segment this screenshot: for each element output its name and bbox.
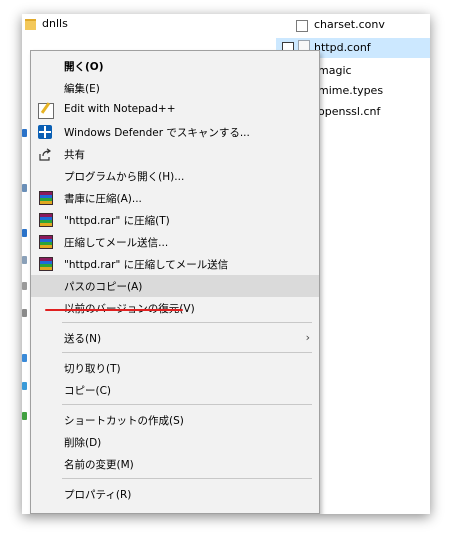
menu-item-label: 送る(N) [64, 333, 102, 345]
windows-defender-icon [38, 125, 52, 139]
nav-pane-icon [22, 309, 27, 317]
nav-pane-icon [22, 256, 27, 264]
menu-item-rename[interactable]: 名前の変更(M) [31, 453, 319, 475]
nav-pane-icon [22, 382, 27, 390]
menu-item-label: 編集(E) [64, 83, 100, 95]
file-name-mime[interactable]: mime.types [318, 84, 383, 97]
menu-separator [62, 322, 312, 323]
menu-item-delete[interactable]: 削除(D) [31, 431, 319, 453]
menu-item-send-to[interactable]: 送る(N) › [31, 327, 319, 349]
submenu-arrow-icon: › [305, 331, 310, 344]
folder-name[interactable]: dnlls [42, 17, 68, 30]
winrar-icon [39, 213, 53, 227]
menu-item-copy[interactable]: コピー(C) [31, 379, 319, 401]
file-name-httpd[interactable]: httpd.conf [314, 41, 371, 54]
menu-item-label: 圧縮してメール送信... [64, 237, 169, 249]
menu-item-open[interactable]: 開く(O) [31, 55, 319, 77]
menu-item-cut[interactable]: 切り取り(T) [31, 357, 319, 379]
menu-item-label: Windows Defender でスキャンする... [64, 127, 250, 139]
menu-item-label: Edit with Notepad++ [64, 103, 176, 115]
winrar-icon [39, 191, 53, 205]
menu-item-label: コピー(C) [64, 385, 112, 397]
menu-item-label: プログラムから開く(H)... [64, 171, 185, 183]
nav-pane-icon [22, 412, 27, 420]
menu-item-label: "httpd.rar" に圧縮(T) [64, 215, 170, 227]
menu-item-label: 共有 [64, 149, 85, 161]
share-icon [38, 147, 52, 161]
menu-separator [62, 478, 312, 479]
menu-item-label: ショートカットの作成(S) [64, 415, 184, 427]
nav-pane-icon [22, 229, 27, 237]
file-name-charset[interactable]: charset.conv [314, 18, 385, 31]
menu-item-label: 書庫に圧縮(A)... [64, 193, 142, 205]
menu-item-share[interactable]: 共有 [31, 143, 319, 165]
nav-pane-icon [22, 282, 27, 290]
menu-separator [62, 352, 312, 353]
menu-item-compress-rar-and-email[interactable]: "httpd.rar" に圧縮してメール送信 [31, 253, 319, 275]
menu-item-open-with[interactable]: プログラムから開く(H)... [31, 165, 319, 187]
menu-item-add-to-archive[interactable]: 書庫に圧縮(A)... [31, 187, 319, 209]
menu-item-compress-to-rar[interactable]: "httpd.rar" に圧縮(T) [31, 209, 319, 231]
menu-item-defender-scan[interactable]: Windows Defender でスキャンする... [31, 121, 319, 143]
menu-item-copy-path[interactable]: パスのコピー(A) [31, 275, 319, 297]
nav-pane-icon [22, 129, 27, 137]
file-name-openssl[interactable]: openssl.cnf [318, 105, 380, 118]
menu-item-create-shortcut[interactable]: ショートカットの作成(S) [31, 409, 319, 431]
screenshot-frame: dnlls charset.conv httpd.conf magic mime… [22, 14, 430, 514]
notepad-plus-plus-icon [38, 103, 54, 119]
menu-item-label: 切り取り(T) [64, 363, 121, 375]
winrar-icon [39, 235, 53, 249]
file-checkbox[interactable] [296, 20, 308, 32]
menu-item-label: "httpd.rar" に圧縮してメール送信 [64, 259, 229, 271]
nav-pane-icon [22, 184, 27, 192]
menu-item-edit-notepadpp[interactable]: Edit with Notepad++ [31, 99, 319, 121]
nav-pane-icon [22, 354, 27, 362]
menu-item-compress-and-email[interactable]: 圧縮してメール送信... [31, 231, 319, 253]
menu-item-label: パスのコピー(A) [64, 281, 143, 293]
file-name-magic[interactable]: magic [318, 64, 352, 77]
red-underline-annotation [45, 309, 183, 311]
menu-item-label: 削除(D) [64, 437, 102, 449]
menu-item-properties[interactable]: プロパティ(R) [31, 483, 319, 505]
menu-item-restore-previous-versions[interactable]: 以前のバージョンの復元(V) [31, 297, 319, 319]
menu-item-label: プロパティ(R) [64, 489, 132, 501]
menu-separator [62, 404, 312, 405]
winrar-icon [39, 257, 53, 271]
menu-item-edit[interactable]: 編集(E) [31, 77, 319, 99]
menu-item-label: 名前の変更(M) [64, 459, 134, 471]
folder-icon [25, 19, 36, 30]
context-menu: 開く(O) 編集(E) Edit with Notepad++ Windows … [30, 50, 320, 514]
menu-item-label: 開く(O) [64, 61, 104, 73]
